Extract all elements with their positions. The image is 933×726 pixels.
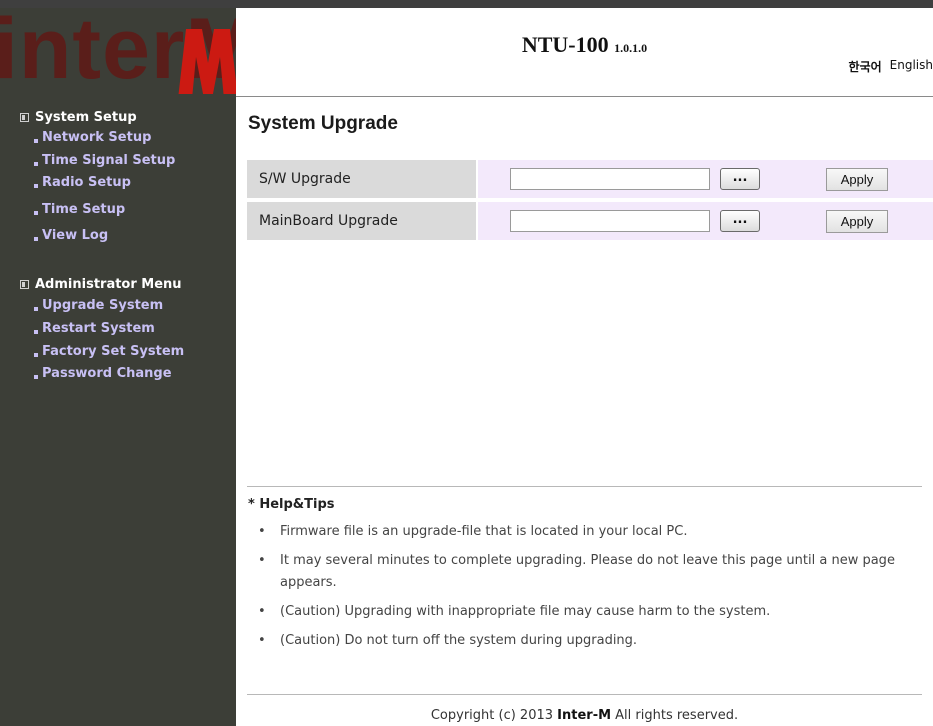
section-administrator-menu: Administrator Menu	[20, 277, 182, 292]
help-tip: Firmware file is an upgrade-file that is…	[258, 521, 928, 543]
mainboard-upgrade-file-input[interactable]	[510, 210, 710, 232]
language-english-link[interactable]: English	[890, 58, 933, 75]
sidebar-item-radio-setup[interactable]: Radio Setup	[34, 175, 131, 190]
copyright-suffix: All rights reserved.	[611, 708, 739, 723]
sidebar-item-view-log[interactable]: View Log	[34, 228, 108, 243]
mainboard-upgrade-cell: ... Apply	[478, 202, 933, 240]
mainboard-upgrade-browse-button[interactable]: ...	[720, 210, 760, 232]
sidebar-item-time-setup[interactable]: Time Setup	[34, 202, 125, 217]
sidebar-item-restart-system[interactable]: Restart System	[34, 321, 155, 336]
copyright: Copyright (c) 2013 Inter-M All rights re…	[236, 708, 933, 723]
bullet-icon	[34, 138, 38, 143]
sidebar-item-factory-set-system[interactable]: Factory Set System	[34, 344, 184, 359]
section-system-setup: System Setup	[20, 110, 137, 125]
bullet-icon	[34, 306, 38, 311]
sw-upgrade-row: S/W Upgrade ... Apply	[247, 160, 933, 198]
section-title: Administrator Menu	[35, 277, 182, 292]
mainboard-upgrade-row: MainBoard Upgrade ... Apply	[247, 202, 933, 240]
sidebar-item-label: View Log	[42, 228, 109, 243]
product-version: 1.0.1.0	[614, 41, 648, 55]
sidebar-item-label: Restart System	[42, 321, 155, 336]
language-switcher: 한국어 English	[849, 58, 933, 75]
bullet-icon	[34, 352, 38, 357]
mainboard-upgrade-label: MainBoard Upgrade	[247, 202, 476, 240]
sidebar-item-label: Factory Set System	[42, 344, 185, 359]
copyright-prefix: Copyright (c) 2013	[430, 708, 558, 723]
help-tips-list: Firmware file is an upgrade-file that is…	[258, 521, 928, 659]
help-title: * Help&Tips	[248, 497, 335, 512]
sidebar-item-network-setup[interactable]: Network Setup	[34, 130, 151, 145]
bullet-icon	[34, 183, 38, 188]
logo-m-icon	[178, 29, 236, 94]
bullet-icon	[34, 161, 38, 166]
sidebar-item-label: Password Change	[42, 366, 172, 381]
header: NTU-100 1.0.1.0 한국어 English	[236, 8, 933, 96]
sidebar-item-label: Network Setup	[42, 130, 152, 145]
section-title: System Setup	[35, 110, 137, 125]
sidebar-item-label: Upgrade System	[42, 298, 164, 313]
sidebar-item-label: Radio Setup	[42, 175, 131, 190]
header-divider	[236, 96, 933, 97]
copyright-company: Inter-M	[557, 708, 612, 723]
page-title: System Upgrade	[248, 113, 398, 134]
bullet-icon	[34, 329, 38, 334]
section-toggle-icon	[20, 280, 29, 289]
product-title: NTU-100 1.0.1.0	[236, 32, 933, 58]
sidebar-item-label: Time Setup	[42, 202, 126, 217]
sw-upgrade-browse-button[interactable]: ...	[720, 168, 760, 190]
sw-upgrade-cell: ... Apply	[478, 160, 933, 198]
help-tip: (Caution) Do not turn off the system dur…	[258, 630, 928, 652]
sw-upgrade-label: S/W Upgrade	[247, 160, 476, 198]
bullet-icon	[34, 210, 38, 215]
help-tip: (Caution) Upgrading with inappropriate f…	[258, 601, 928, 623]
help-divider	[247, 486, 922, 487]
bullet-icon	[34, 236, 38, 241]
sidebar-item-password-change[interactable]: Password Change	[34, 366, 172, 381]
help-tip: It may several minutes to complete upgra…	[258, 550, 928, 594]
sw-upgrade-file-input[interactable]	[510, 168, 710, 190]
language-korean-link[interactable]: 한국어	[849, 58, 882, 75]
section-toggle-icon	[20, 113, 29, 122]
top-bar	[0, 0, 933, 8]
bullet-icon	[34, 374, 38, 379]
sidebar-item-time-signal-setup[interactable]: Time Signal Setup	[34, 153, 175, 168]
product-name: NTU-100	[521, 32, 609, 57]
logo: interM	[0, 8, 236, 94]
footer-divider	[247, 694, 922, 695]
sidebar-item-upgrade-system[interactable]: Upgrade System	[34, 298, 163, 313]
sw-upgrade-apply-button[interactable]: Apply	[826, 168, 888, 191]
sidebar-item-label: Time Signal Setup	[42, 153, 176, 168]
mainboard-upgrade-apply-button[interactable]: Apply	[826, 210, 888, 233]
